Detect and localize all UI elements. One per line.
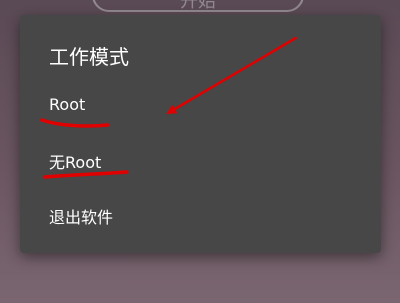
dialog-title: 工作模式 <box>49 45 129 69</box>
option-no-root[interactable]: 无Root <box>49 149 101 173</box>
option-exit-app[interactable]: 退出软件 <box>49 204 113 228</box>
start-button: 开始 <box>92 0 304 12</box>
option-root[interactable]: Root <box>49 95 85 114</box>
work-mode-dialog: 工作模式 Root 无Root 退出软件 <box>20 15 381 253</box>
start-button-label: 开始 <box>180 0 216 12</box>
